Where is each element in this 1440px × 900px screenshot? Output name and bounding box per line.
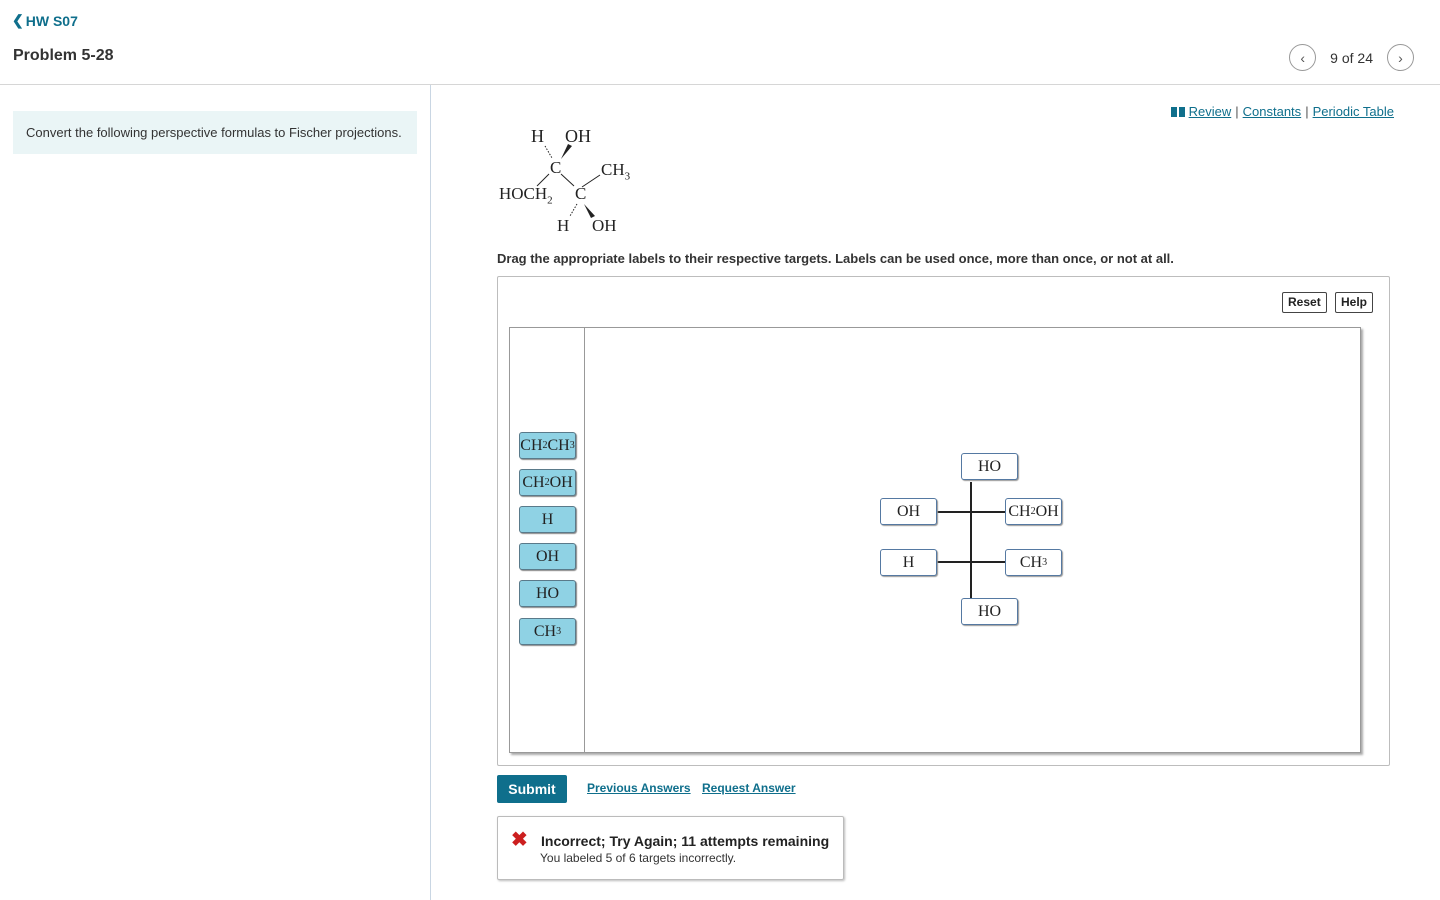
problem-title: Problem 5-28: [13, 47, 114, 64]
book-icon: [1170, 106, 1185, 117]
chevron-right-icon: ›: [1398, 49, 1403, 66]
back-link-label: HW S07: [25, 12, 78, 29]
instructions: Drag the appropriate labels to their res…: [497, 251, 1174, 266]
top-h: H: [531, 126, 544, 146]
ch3-group: CH3: [601, 160, 630, 182]
ch3-sub: 3: [624, 170, 631, 183]
separator: |: [1235, 104, 1239, 119]
prev-problem-button[interactable]: ‹: [1289, 44, 1317, 71]
column-divider: [430, 85, 431, 900]
feedback-box: ✖ Incorrect; Try Again; 11 attempts rema…: [497, 816, 844, 880]
feedback-title: Incorrect; Try Again; 11 attempts remain…: [541, 833, 830, 849]
header-divider: [0, 84, 1440, 85]
feedback-message: You labeled 5 of 6 targets incorrectly.: [540, 851, 737, 865]
intro-panel: Convert the following perspective formul…: [13, 111, 417, 154]
drag-drop-workspace: Reset Help CH 2 CH 3 CH 2 OH H OH HO CH 3 HO O…: [497, 276, 1390, 766]
back-link-hw[interactable]: ❮ HW S07: [12, 12, 78, 29]
label-palette: CH 2 CH 3 CH 2 OH H OH HO CH 3: [510, 328, 585, 752]
next-problem-button[interactable]: ›: [1387, 44, 1414, 71]
hoch2-sub: 2: [547, 194, 553, 207]
intro-text: Convert the following perspective formul…: [26, 125, 402, 140]
pager-position: 9 of 24: [1330, 49, 1373, 66]
request-answer-link[interactable]: Request Answer: [702, 781, 796, 795]
x-icon: ✖: [511, 829, 528, 851]
fischer-vertical-bond: [970, 482, 972, 600]
hoch2-main: HOCH: [499, 184, 548, 203]
help-button[interactable]: Help: [1335, 292, 1374, 313]
top-oh: OH: [565, 126, 591, 146]
periodic-table-link[interactable]: Periodic Table: [1313, 104, 1394, 119]
target-row2-left[interactable]: H: [880, 549, 937, 576]
target-bottom[interactable]: HO: [961, 598, 1018, 625]
label-h[interactable]: H: [519, 506, 576, 533]
ch3-main: CH: [601, 160, 625, 179]
chevron-left-icon: ❮: [12, 12, 24, 28]
label-ch2oh[interactable]: CH 2 OH: [519, 469, 576, 496]
label-ch2ch3[interactable]: CH 2 CH 3: [519, 432, 576, 459]
label-ch3[interactable]: CH 3: [519, 618, 576, 645]
label-ho[interactable]: HO: [519, 580, 576, 607]
resources-bar: Review | Constants | Periodic Table: [1170, 104, 1394, 119]
submit-button[interactable]: Submit: [497, 775, 567, 803]
c2: C: [575, 184, 587, 203]
fischer-horizontal-bond-1: [937, 511, 1007, 513]
chevron-left-icon: ‹: [1300, 49, 1305, 66]
pager: ‹ 9 of 24 ›: [1289, 44, 1414, 71]
fischer-horizontal-bond-2: [937, 561, 1007, 563]
bottom-oh: OH: [592, 216, 617, 235]
target-row2-right[interactable]: CH 3: [1005, 549, 1062, 576]
reset-button[interactable]: Reset: [1282, 292, 1327, 313]
review-link[interactable]: Review: [1189, 104, 1232, 119]
perspective-formula: H OH C CH3 HOCH2 C H OH: [495, 122, 655, 242]
previous-answers-link[interactable]: Previous Answers: [587, 781, 691, 795]
separator: |: [1305, 104, 1309, 119]
target-row1-left[interactable]: OH: [880, 498, 937, 525]
constants-link[interactable]: Constants: [1243, 104, 1302, 119]
label-oh[interactable]: OH: [519, 543, 576, 570]
bottom-h: H: [557, 216, 570, 235]
target-row1-right[interactable]: CH 2 OH: [1005, 498, 1062, 525]
hoch2-group: HOCH2: [499, 184, 553, 206]
drag-canvas: CH 2 CH 3 CH 2 OH H OH HO CH 3 HO OH CH 2 OH H C…: [509, 327, 1361, 753]
target-top[interactable]: HO: [961, 453, 1018, 480]
c1: C: [550, 158, 562, 177]
